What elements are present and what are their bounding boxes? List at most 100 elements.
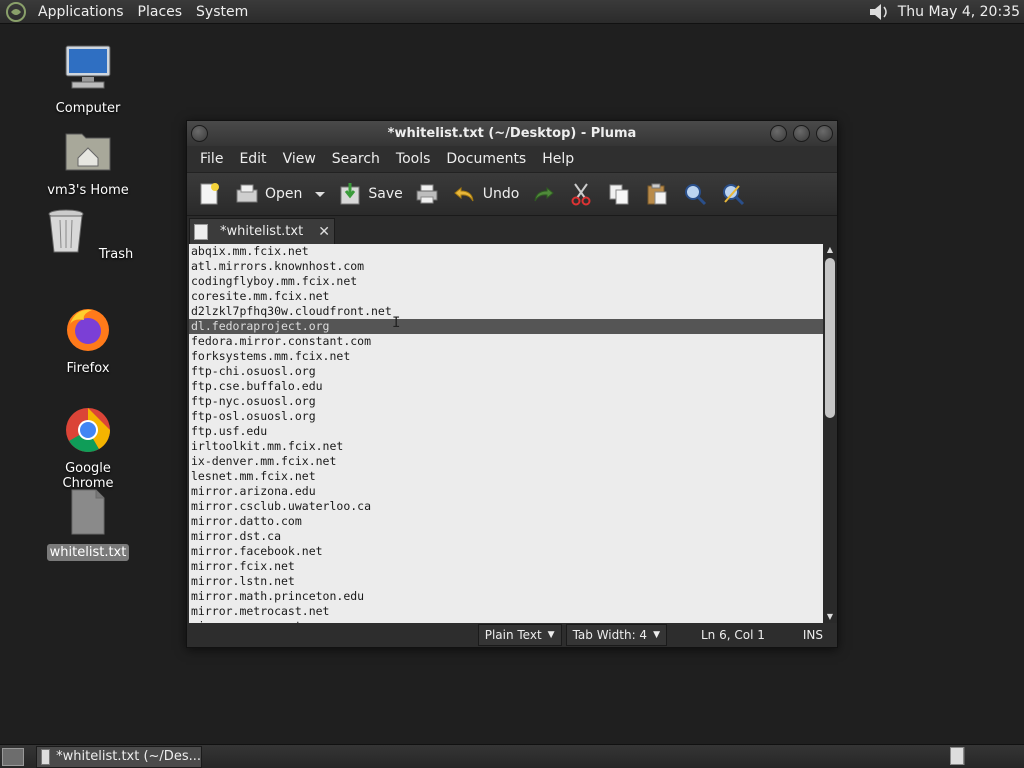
close-button[interactable] xyxy=(816,125,833,142)
scroll-down-icon[interactable]: ▼ xyxy=(823,611,837,623)
tab-label: *whitelist.txt xyxy=(220,224,304,239)
text-line[interactable]: abqix.mm.fcix.net xyxy=(189,244,823,259)
vertical-scrollbar[interactable]: ▲ ▼ xyxy=(823,244,837,623)
text-line[interactable]: mirror.facebook.net xyxy=(189,544,823,559)
text-line[interactable]: atl.mirrors.knownhost.com xyxy=(189,259,823,274)
text-line[interactable]: mirror.lstn.net xyxy=(189,574,823,589)
volume-icon[interactable] xyxy=(866,1,892,23)
text-line[interactable]: ftp.usf.edu xyxy=(189,424,823,439)
text-line[interactable]: mirror.math.princeton.edu xyxy=(189,589,823,604)
chevron-down-icon xyxy=(315,192,326,197)
print-button[interactable] xyxy=(413,180,441,208)
home-folder-icon xyxy=(65,133,111,171)
tab-bar: *whitelist.txt ✕ xyxy=(187,216,837,244)
bottom-panel: *whitelist.txt (~/Des... xyxy=(0,744,1024,768)
text-line[interactable]: ftp-nyc.osuosl.org xyxy=(189,394,823,409)
desktop-icon-firefox[interactable]: Firefox xyxy=(38,304,138,377)
redo-button[interactable] xyxy=(529,180,557,208)
text-line[interactable]: lesnet.mm.fcix.net xyxy=(189,469,823,484)
toolbar: Open Save Undo xyxy=(187,172,837,216)
cursor-position: Ln 6, Col 1 xyxy=(700,628,765,642)
text-line[interactable]: dl.fedoraproject.org xyxy=(189,319,823,334)
new-document-icon xyxy=(200,183,219,205)
show-desktop-icon[interactable] xyxy=(2,747,24,766)
computer-icon xyxy=(65,45,111,89)
text-editor[interactable]: abqix.mm.fcix.net atl.mirrors.knownhost.c… xyxy=(189,244,823,623)
text-line[interactable]: forksystems.mm.fcix.net xyxy=(189,349,823,364)
save-label: Save xyxy=(368,186,403,202)
text-line[interactable]: ftp.cse.buffalo.edu xyxy=(189,379,823,394)
text-line[interactable]: fedora.mirror.constant.com xyxy=(189,334,823,349)
pluma-window: *whitelist.txt (~/Desktop) - Pluma File … xyxy=(186,120,838,648)
find-replace-icon xyxy=(723,184,745,206)
menu-edit[interactable]: Edit xyxy=(231,151,274,167)
open-button[interactable]: Open xyxy=(233,180,302,208)
redo-icon xyxy=(534,186,555,202)
menu-tools[interactable]: Tools xyxy=(388,151,439,167)
text-line[interactable]: ftp-osl.osuosl.org xyxy=(189,409,823,424)
search-icon xyxy=(685,184,707,206)
desktop-icon-chrome[interactable]: Google Chrome xyxy=(38,404,138,492)
desktop-icon-label: Computer xyxy=(55,101,121,116)
new-button[interactable] xyxy=(195,180,223,208)
menu-view[interactable]: View xyxy=(275,151,324,167)
workspace-switcher[interactable] xyxy=(950,747,964,765)
scrollbar-thumb[interactable] xyxy=(825,258,835,418)
text-line[interactable]: mirror.metrocast.net xyxy=(189,604,823,619)
taskbar-button-pluma[interactable]: *whitelist.txt (~/Des... xyxy=(36,745,202,768)
cut-button[interactable] xyxy=(567,180,595,208)
replace-button[interactable] xyxy=(719,180,747,208)
copy-icon xyxy=(609,184,629,205)
window-title: *whitelist.txt (~/Desktop) - Pluma xyxy=(387,126,637,141)
tab-close-icon[interactable]: ✕ xyxy=(318,224,330,240)
desktop-icon-label: Firefox xyxy=(66,361,110,376)
text-line[interactable]: ftp-chi.osuosl.org xyxy=(189,364,823,379)
text-line[interactable]: d2lzkl7pfhq30w.cloudfront.net xyxy=(189,304,823,319)
window-menu-button[interactable] xyxy=(191,125,208,142)
menu-documents[interactable]: Documents xyxy=(438,151,534,167)
statusbar: Plain Text ▼ Tab Width: 4 ▼ Ln 6, Col 1 … xyxy=(187,623,837,647)
firefox-icon xyxy=(67,309,109,351)
save-button[interactable]: Save xyxy=(336,180,403,208)
minimize-button[interactable] xyxy=(770,125,787,142)
top-panel: Applications Places System Thu May 4, 20… xyxy=(0,0,1024,24)
menu-help[interactable]: Help xyxy=(534,151,582,167)
open-dropdown-button[interactable] xyxy=(314,188,326,200)
text-line[interactable]: mirror.fcix.net xyxy=(189,559,823,574)
desktop-icon-whitelist[interactable]: whitelist.txt xyxy=(38,488,138,561)
text-line[interactable]: codingflyboy.mm.fcix.net xyxy=(189,274,823,289)
text-line[interactable]: mirror.arizona.edu xyxy=(189,484,823,499)
undo-label: Undo xyxy=(482,186,520,202)
tab-whitelist[interactable]: *whitelist.txt ✕ xyxy=(189,218,335,244)
menu-search[interactable]: Search xyxy=(324,151,388,167)
scroll-up-icon[interactable]: ▲ xyxy=(823,244,837,256)
menu-places[interactable]: Places xyxy=(131,4,190,20)
paste-button[interactable] xyxy=(643,180,671,208)
language-selector[interactable]: Plain Text ▼ xyxy=(477,624,562,646)
maximize-button[interactable] xyxy=(793,125,810,142)
find-button[interactable] xyxy=(681,180,709,208)
open-label: Open xyxy=(265,186,303,202)
desktop-icon-trash[interactable]: Trash xyxy=(38,206,138,263)
text-line[interactable]: ix-denver.mm.fcix.net xyxy=(189,454,823,469)
menu-system[interactable]: System xyxy=(189,4,255,20)
desktop-icon-computer[interactable]: Computer xyxy=(38,44,138,117)
save-icon xyxy=(340,183,360,205)
workspace-switcher-empty[interactable] xyxy=(964,747,984,765)
mate-logo-icon[interactable] xyxy=(5,1,27,23)
desktop-icon-label: vm3's Home xyxy=(47,183,129,198)
text-line[interactable]: mirror.dst.ca xyxy=(189,529,823,544)
undo-button[interactable]: Undo xyxy=(451,180,520,208)
tab-width-label: Tab Width: 4 xyxy=(572,628,648,642)
text-line[interactable]: mirror.csclub.uwaterloo.ca xyxy=(189,499,823,514)
menu-applications[interactable]: Applications xyxy=(31,4,131,20)
tab-width-selector[interactable]: Tab Width: 4 ▼ xyxy=(565,624,667,646)
clock[interactable]: Thu May 4, 20:35 xyxy=(898,4,1020,20)
window-titlebar[interactable]: *whitelist.txt (~/Desktop) - Pluma xyxy=(187,121,837,146)
menu-file[interactable]: File xyxy=(192,151,231,167)
desktop-icon-home[interactable]: vm3's Home xyxy=(38,126,138,199)
text-line[interactable]: coresite.mm.fcix.net xyxy=(189,289,823,304)
copy-button[interactable] xyxy=(605,180,633,208)
text-line[interactable]: irltoolkit.mm.fcix.net xyxy=(189,439,823,454)
text-line[interactable]: mirror.datto.com xyxy=(189,514,823,529)
